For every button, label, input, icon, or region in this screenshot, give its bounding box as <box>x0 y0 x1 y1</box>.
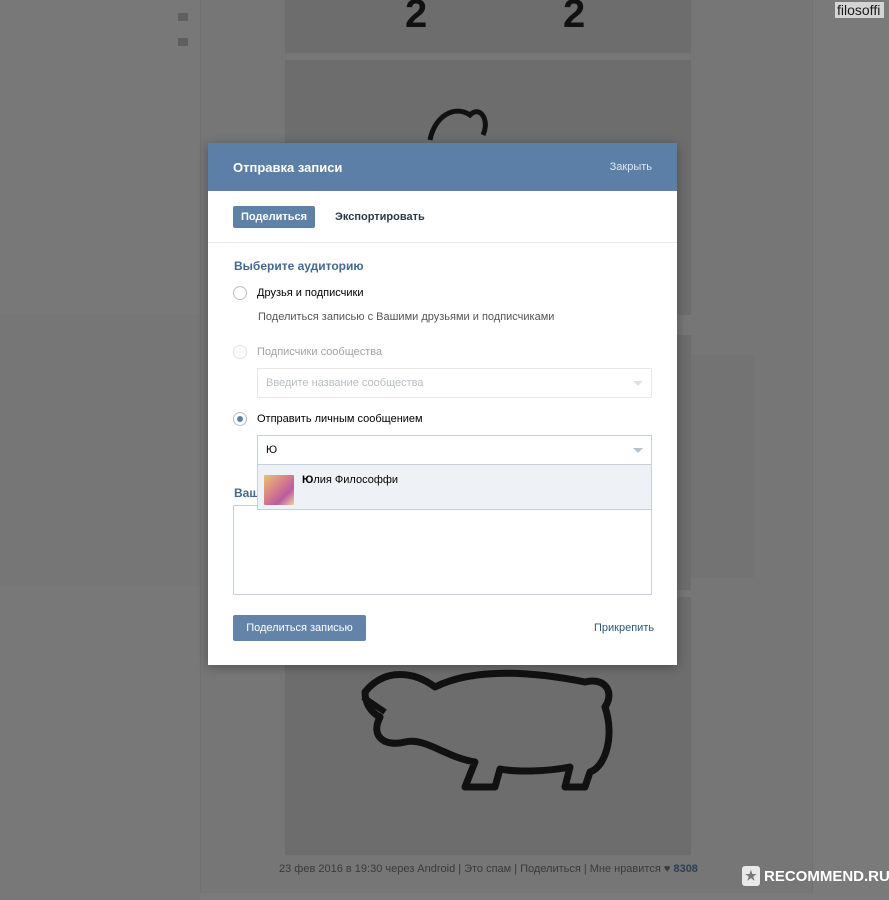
recipient-input[interactable]: Ю <box>257 435 652 465</box>
community-select[interactable]: Введите название сообщества <box>257 368 652 398</box>
radio-label: Друзья и подписчики <box>257 287 364 299</box>
likes-count: 8308 <box>673 863 698 875</box>
message-textarea[interactable] <box>233 505 652 595</box>
suggestion-rest: лия Философфи <box>313 474 399 486</box>
recommend-watermark: ★ RECOMMEND.RU <box>742 866 889 886</box>
comment-icon[interactable] <box>178 13 188 21</box>
tab-share[interactable]: Поделиться <box>233 205 316 228</box>
watermark-text: RECOMMEND.RU <box>764 867 889 885</box>
close-button[interactable]: Закрыть <box>610 161 652 173</box>
message-label: Ваш <box>234 486 260 500</box>
recommend-logo-icon: ★ <box>742 866 760 886</box>
suggestion-name: Юлия Философфи <box>302 474 398 486</box>
recipient-value: Ю <box>266 444 278 456</box>
share-modal: Отправка записи Закрыть Поделиться Экспо… <box>208 143 677 665</box>
avatar <box>264 475 294 505</box>
attach-link[interactable]: Прикрепить <box>594 622 654 634</box>
watermark-username: filosoffi <box>835 2 885 18</box>
chevron-down-icon[interactable] <box>633 448 643 453</box>
radio-label: Подписчики сообщества <box>257 346 383 358</box>
radio-friends[interactable]: Друзья и подписчики <box>233 286 364 300</box>
chevron-down-icon <box>633 381 643 386</box>
radio-hint: Поделиться записью с Вашими друзьями и п… <box>258 311 555 323</box>
tab-export[interactable]: Экспортировать <box>327 206 433 228</box>
radio-button[interactable] <box>233 286 247 300</box>
radio-button[interactable] <box>233 345 247 359</box>
tab-bar: Поделиться Экспортировать <box>208 191 677 243</box>
reply-icon[interactable] <box>178 38 188 46</box>
like-link[interactable]: Мне нравится <box>590 863 661 875</box>
suggestion-match: Ю <box>302 474 314 486</box>
post-date[interactable]: 23 фев 2016 в 19:30 через Android <box>279 863 455 875</box>
modal-header: Отправка записи Закрыть <box>208 143 677 191</box>
left-strip <box>0 315 200 585</box>
spam-link[interactable]: Это спам <box>464 863 511 875</box>
community-placeholder: Введите название сообщества <box>266 377 424 389</box>
radio-button[interactable] <box>233 412 247 426</box>
suggestion-item[interactable]: Юлия Философфи <box>257 465 652 510</box>
radio-message[interactable]: Отправить личным сообщением <box>233 412 423 426</box>
right-column <box>814 0 889 900</box>
modal-title: Отправка записи <box>233 159 343 175</box>
heart-icon: ♥ <box>663 863 671 875</box>
share-post-button[interactable]: Поделиться записью <box>233 615 366 641</box>
radio-label: Отправить личным сообщением <box>257 413 423 425</box>
post-image-1[interactable] <box>285 0 691 53</box>
image-digit: 2 <box>405 0 428 36</box>
post-footer: 23 фев 2016 в 19:30 через Android | Это сп… <box>279 863 698 875</box>
image-digit: 2 <box>563 0 586 36</box>
radio-community[interactable]: Подписчики сообщества <box>233 345 382 359</box>
audience-title: Выберите аудиторию <box>234 259 364 273</box>
share-link[interactable]: Поделиться <box>520 863 581 875</box>
